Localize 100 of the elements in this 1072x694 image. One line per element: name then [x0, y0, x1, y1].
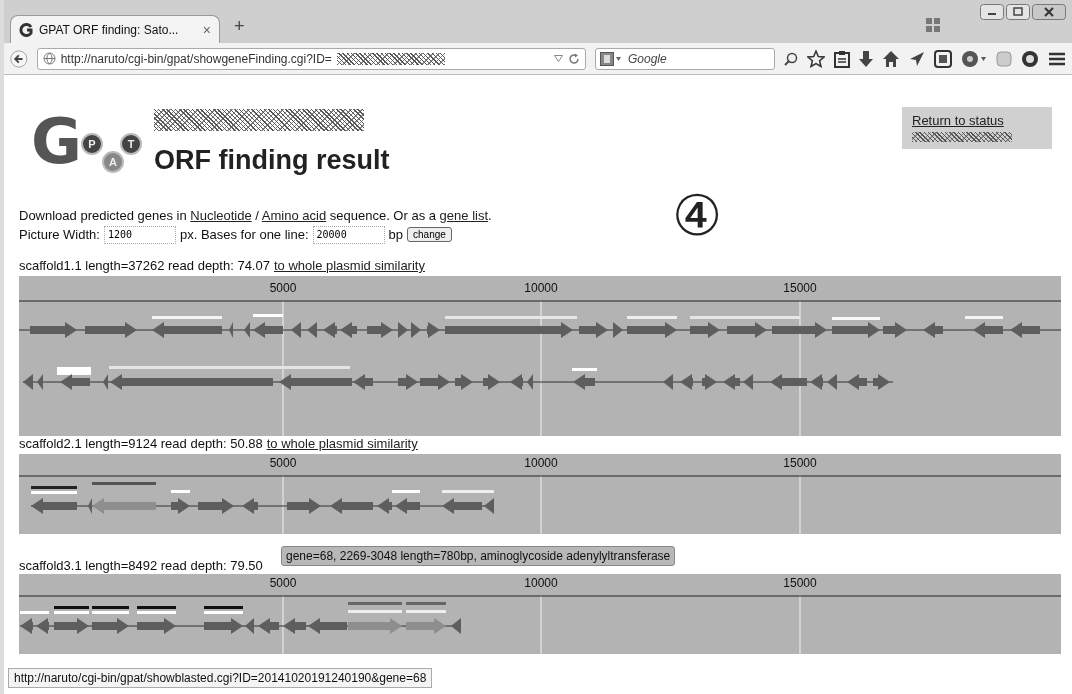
gene-arrow[interactable] [510, 374, 523, 390]
gene-arrow[interactable] [873, 374, 890, 390]
clipboard-icon[interactable] [834, 49, 850, 68]
gene-arrow[interactable] [323, 322, 337, 338]
gene-arrow[interactable] [279, 374, 352, 390]
home-icon[interactable] [882, 49, 900, 68]
gene-arrow[interactable] [110, 374, 273, 390]
close-button[interactable] [1032, 4, 1066, 20]
gene-arrow[interactable] [923, 322, 943, 338]
gene-arrow[interactable] [663, 374, 673, 390]
gene-arrow[interactable] [455, 374, 473, 390]
search-icon[interactable] [784, 51, 798, 66]
minimize-button[interactable] [980, 4, 1004, 20]
gene-arrow[interactable] [103, 374, 108, 390]
similarity-link[interactable]: to whole plasmid similarity [266, 436, 418, 452]
gene-arrow[interactable] [451, 618, 461, 634]
gene-arrow[interactable] [23, 374, 33, 390]
tab-groups-icon[interactable] [926, 17, 940, 32]
maximize-button[interactable] [1006, 4, 1030, 20]
address-bar[interactable]: http://naruto/cgi-bin/gpat/showgeneFinding.cgi?ID= [36, 47, 586, 70]
gene-arrow[interactable] [727, 322, 767, 338]
download-link[interactable]: Nucleotide [190, 208, 252, 223]
screenshot-icon[interactable] [934, 49, 952, 68]
input-field[interactable]: 20000 [312, 225, 385, 244]
gene-arrow[interactable] [283, 618, 306, 634]
input-field[interactable]: 1200 [103, 225, 176, 244]
gene-arrow[interactable] [88, 498, 92, 514]
star-icon[interactable] [807, 49, 825, 68]
similarity-link[interactable]: to whole plasmid similarity [273, 258, 425, 274]
gene-arrow[interactable] [171, 498, 190, 514]
new-tab-button[interactable]: + [234, 16, 245, 37]
gene-arrow[interactable] [445, 322, 573, 338]
gene-arrow[interactable] [723, 374, 740, 390]
gene-arrow[interactable] [398, 374, 418, 390]
gene-arrow[interactable] [242, 498, 258, 514]
gene-arrow[interactable] [20, 618, 33, 634]
search-field[interactable]: Google [595, 47, 775, 70]
gene-arrow[interactable] [85, 322, 137, 338]
gene-arrow[interactable] [253, 322, 283, 338]
gene-arrow[interactable] [772, 322, 827, 338]
gene-arrow[interactable] [690, 322, 720, 338]
send-icon[interactable] [909, 50, 925, 67]
gene-arrow[interactable] [31, 498, 77, 514]
gene-arrow[interactable] [229, 322, 233, 338]
return-link[interactable]: Return to status [912, 113, 1042, 128]
gene-arrow[interactable] [420, 374, 450, 390]
gene-arrow[interactable] [832, 322, 880, 338]
download-link[interactable]: Amino acid [261, 208, 327, 223]
gene-arrow[interactable] [680, 374, 693, 390]
gene-arrow[interactable] [291, 322, 301, 338]
menu-icon[interactable] [1048, 50, 1066, 67]
reload-icon[interactable] [568, 52, 580, 65]
search-engine-icon[interactable] [600, 51, 622, 66]
gene-arrow[interactable] [367, 322, 393, 338]
gene-arrow[interactable] [573, 374, 595, 390]
gene-arrow[interactable] [377, 498, 392, 514]
gene-arrow[interactable] [30, 322, 77, 338]
gene-arrow[interactable] [627, 322, 677, 338]
gene-arrow[interactable] [398, 322, 408, 338]
gene-arrow[interactable] [340, 322, 357, 338]
gene-arrow[interactable] [330, 498, 373, 514]
change-button[interactable]: change [407, 227, 452, 242]
gene-arrow[interactable] [198, 498, 234, 514]
gene-arrow[interactable] [743, 374, 753, 390]
gene-arrow[interactable] [847, 374, 867, 390]
gene-arrow[interactable] [883, 322, 907, 338]
gene-arrow[interactable] [427, 322, 440, 338]
gene-arrow[interactable] [702, 374, 717, 390]
addon-icon[interactable] [961, 49, 987, 68]
gene-arrow[interactable] [54, 618, 89, 634]
gene-arrow[interactable] [442, 498, 482, 514]
gene-arrow[interactable] [827, 374, 837, 390]
browser-tab[interactable]: GPAT ORF finding: Sato... × [10, 15, 220, 43]
gene-arrow[interactable] [483, 374, 500, 390]
gene-arrow[interactable] [245, 618, 254, 634]
dropdown-icon[interactable] [554, 55, 563, 62]
gene-arrow[interactable] [244, 322, 250, 338]
gene-arrow[interactable] [395, 498, 420, 514]
gene-arrow[interactable] [613, 322, 623, 338]
gene-arrow[interactable] [152, 322, 222, 338]
gene-arrow[interactable] [37, 374, 43, 390]
gene-arrow[interactable] [307, 322, 317, 338]
gene-arrow[interactable] [484, 498, 494, 514]
gene-arrow[interactable] [353, 374, 373, 390]
gene-arrow[interactable] [527, 374, 533, 390]
gene-arrow[interactable] [204, 618, 243, 634]
gene-arrow[interactable] [92, 618, 129, 634]
gene-arrow[interactable] [810, 374, 823, 390]
gene-arrow[interactable] [258, 618, 279, 634]
gene-arrow[interactable] [308, 618, 347, 634]
gene-arrow[interactable] [579, 322, 608, 338]
gene-arrow[interactable] [36, 618, 49, 634]
tab-close-button[interactable]: × [202, 21, 211, 38]
download-icon[interactable] [859, 49, 873, 68]
gene-arrow[interactable] [770, 374, 807, 390]
gene-arrow[interactable] [411, 322, 421, 338]
gene-arrow[interactable] [60, 374, 90, 390]
gene-arrow[interactable] [973, 322, 1003, 338]
gene-arrow[interactable] [287, 498, 321, 514]
gene-arrow[interactable] [137, 618, 176, 634]
